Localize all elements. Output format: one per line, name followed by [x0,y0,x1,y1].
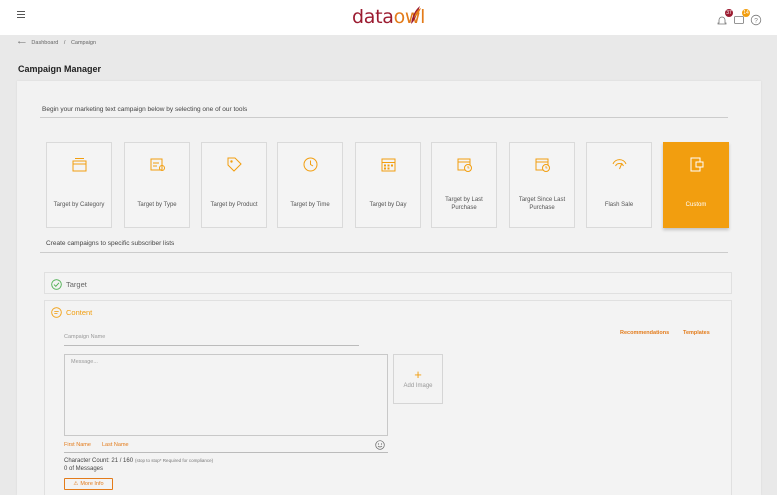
notification-badge: 37 [725,9,733,17]
notification-bell-icon[interactable]: 37 [716,9,733,25]
subscriber-lists-text[interactable]: Create campaigns to specific subscriber … [46,240,174,247]
breadcrumb: ⟵ Dashboard / Campaign [18,40,100,46]
top-bar: dataowl 37 14 ? [0,0,777,35]
custom-icon [690,157,704,172]
calendar-clock-icon [535,158,550,172]
tool-flash-sale[interactable]: Flash Sale [586,142,652,228]
templates-link[interactable]: Templates [683,330,710,336]
tool-target-by-day[interactable]: Target by Day [355,142,421,228]
last-name-tag[interactable]: Last Name [102,442,129,448]
calendar-icon [381,158,396,172]
svg-text:?: ? [754,17,758,24]
menu-icon[interactable] [17,11,25,19]
tool-target-by-type[interactable]: Target by Type [124,142,190,228]
add-image-label: Add Image [403,383,433,389]
back-arrow-icon[interactable]: ⟵ [18,40,26,46]
category-icon [72,158,87,172]
divider [40,252,728,253]
tool-target-by-last-purchase[interactable]: Target by Last Purchase [431,142,497,228]
tool-label: Target Since Last Purchase [518,197,566,211]
intro-text: Begin your marketing text campaign below… [42,106,248,113]
page-title: Campaign Manager [18,64,102,74]
tool-label: Target by Product [210,202,258,208]
compliance-note: (stop to stop* Required for compliance) [135,458,214,463]
tool-label: Target by Category [53,202,105,208]
message-count: 0 of Messages [64,466,104,472]
add-image-button[interactable]: + Add Image [393,354,443,404]
first-name-tag[interactable]: First Name [64,442,91,448]
breadcrumb-dashboard[interactable]: Dashboard [31,40,58,46]
character-count: Character Count: 21 / 160 (stop to stop* … [64,458,213,464]
warning-icon: ⚠ [73,481,79,487]
messages-icon[interactable]: 14 [733,9,750,25]
tool-target-by-time[interactable]: Target by Time [277,142,343,228]
tool-label: Target by Type [137,202,177,208]
message-textarea[interactable]: Message... [64,354,388,436]
tool-label: Target by Time [290,202,330,208]
plus-icon: + [414,367,422,382]
logo-text-data: data [352,6,394,28]
campaign-name-underline [64,345,359,346]
tool-target-by-category[interactable]: Target by Category [46,142,112,228]
calendar-clock-icon [457,158,472,172]
target-panel[interactable]: Target [44,272,732,294]
tool-label: Target by Last Purchase [445,197,483,211]
check-circle-icon [51,278,62,290]
tool-label: Target by Day [369,202,407,208]
divider [40,117,728,118]
character-count-value: Character Count: 21 / 160 [64,458,134,464]
tag-icon [227,157,242,172]
breadcrumb-campaign: Campaign [70,40,97,46]
more-info-label: More Info [80,481,104,487]
campaign-name-input[interactable]: Campaign Name [64,334,105,340]
tool-label: Custom [685,202,707,208]
messages-badge: 14 [742,9,750,17]
target-panel-title: Target [66,279,87,289]
tool-target-by-product[interactable]: Target by Product [201,142,267,228]
tool-label: Flash Sale [604,202,634,208]
clock-icon [303,157,318,172]
breadcrumb-separator: / [63,40,66,46]
target-panel-header[interactable]: Target [51,278,87,290]
emoji-icon[interactable] [375,440,385,450]
content-panel-title: Content [66,307,93,317]
content-panel-header[interactable]: Content [51,306,92,318]
recommendations-link[interactable]: Recommendations [620,330,669,336]
more-info-button[interactable]: ⚠ More Info [64,478,113,490]
chat-icon [51,306,62,318]
tool-custom[interactable]: Custom [663,142,729,228]
tags-underline [64,452,388,453]
type-icon [150,158,165,171]
flash-icon [612,159,627,170]
owl-feather-icon [411,6,421,24]
tool-target-since-last-purchase[interactable]: Target Since Last Purchase [509,142,575,228]
help-icon[interactable]: ? [750,13,762,26]
